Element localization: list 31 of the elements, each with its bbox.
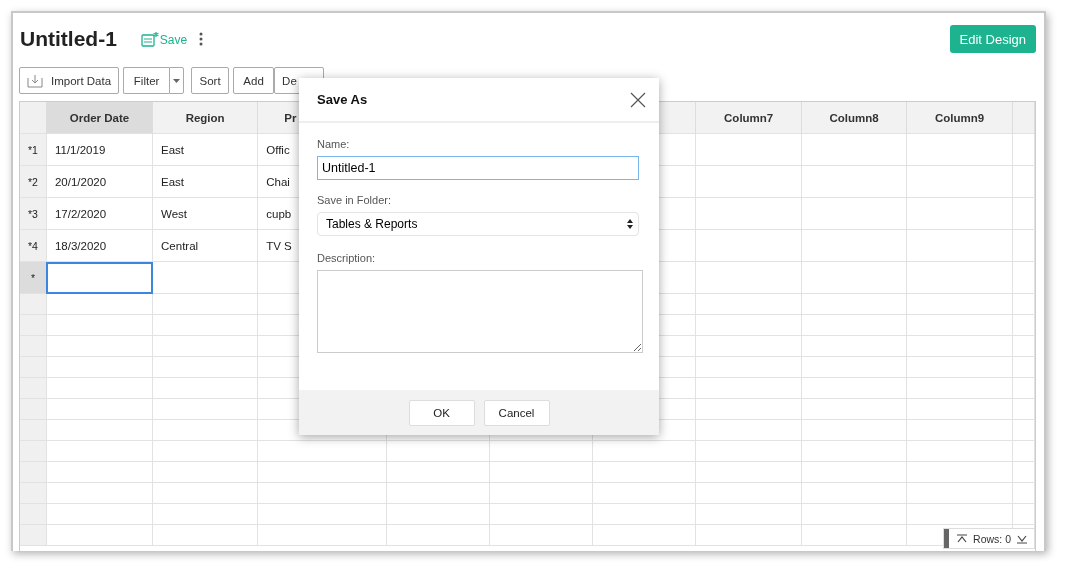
column-header[interactable]: Column7 <box>695 102 802 134</box>
table-cell: 18/3/2020 <box>46 229 153 262</box>
folder-select[interactable]: Tables & Reports <box>317 212 639 236</box>
field-label: Description: <box>317 252 377 264</box>
column-header[interactable]: Order Date <box>46 102 153 134</box>
filter-button[interactable]: Filter <box>123 67 170 94</box>
table-cell: East <box>152 133 258 166</box>
row-number: * <box>20 261 47 294</box>
page-title: Untitled-1 <box>20 27 117 51</box>
table-cell: East <box>152 165 258 198</box>
row-number: *2 <box>20 165 47 198</box>
table-cell: 11/1/2019 <box>46 133 153 166</box>
table-cell: West <box>152 197 258 230</box>
column-header[interactable]: Column8 <box>801 102 907 134</box>
table-cell: 20/1/2020 <box>46 165 153 198</box>
cancel-button[interactable]: Cancel <box>483 399 550 426</box>
name-field[interactable]: Untitled-1 <box>317 156 639 180</box>
field-label: Name: <box>317 138 351 150</box>
row-number: *3 <box>20 197 47 230</box>
toolbar-button[interactable]: Add <box>233 67 275 94</box>
toolbar-button[interactable]: Sort <box>191 67 230 94</box>
import-data-button[interactable]: Import Data <box>19 67 120 94</box>
row-number: *4 <box>20 229 47 262</box>
column-header[interactable]: Column9 <box>906 102 1013 134</box>
rows-count: Rows: 0 <box>973 532 1011 545</box>
dialog-title: Save As <box>317 92 368 107</box>
column-header[interactable]: Region <box>152 102 258 134</box>
table-cell: 17/2/2020 <box>46 197 153 230</box>
row-number: *1 <box>20 133 47 166</box>
ok-button[interactable]: OK <box>408 399 475 426</box>
table-cell: Central <box>152 229 258 262</box>
